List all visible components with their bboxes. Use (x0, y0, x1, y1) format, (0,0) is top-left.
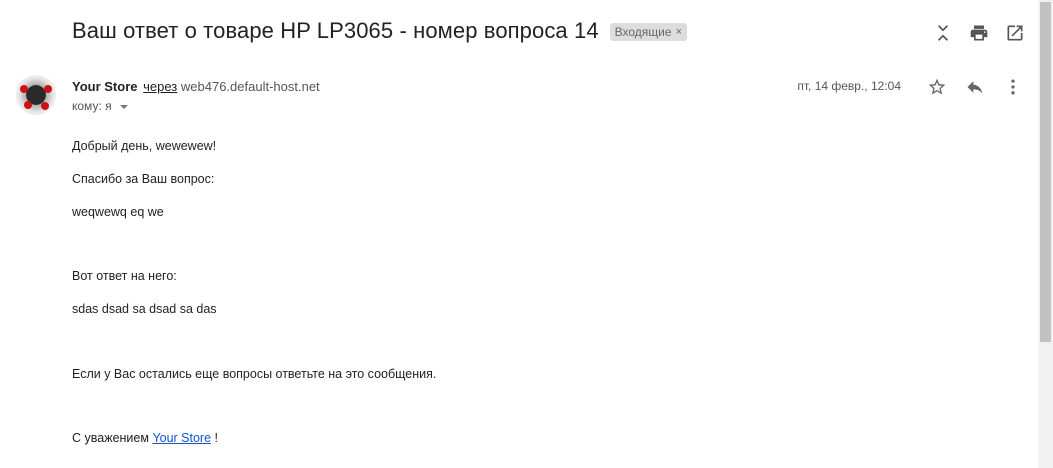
reply-icon[interactable] (965, 76, 985, 98)
body-greeting: Добрый день, wewewew! (72, 139, 217, 153)
body-more: Если у Вас остались еще вопросы ответьте… (72, 367, 437, 381)
more-vert-icon[interactable] (1003, 76, 1023, 98)
sender-name[interactable]: Your Store (72, 79, 138, 94)
via-link[interactable]: через (143, 79, 177, 94)
sender-row: Your Store через web476.default-host.net (72, 79, 320, 94)
body-thanks: Спасибо за Ваш вопрос: (72, 172, 215, 186)
subject-row: Ваш ответ о товаре HP LP3065 - номер воп… (72, 18, 687, 44)
label-chip-inbox[interactable]: Входящие × (609, 23, 687, 41)
sender-domain: web476.default-host.net (180, 79, 320, 94)
body-regards-line: С уважением Your Store ! (72, 431, 218, 445)
label-text: Входящие (614, 25, 672, 39)
sender-avatar[interactable] (16, 75, 56, 115)
body-question: weqwewq eq we (72, 205, 164, 219)
scrollbar[interactable] (1038, 0, 1053, 468)
recipient-row[interactable]: кому: я (72, 99, 128, 113)
message-date: пт, 14 февр., 12:04 (797, 79, 901, 93)
show-details-icon[interactable] (119, 104, 128, 109)
open-new-window-icon[interactable] (1005, 22, 1025, 44)
scrollbar-thumb[interactable] (1040, 2, 1051, 342)
message-actions (927, 76, 1023, 98)
store-link[interactable]: Your Store (152, 431, 211, 445)
body-answer: sdas dsad sa dsad sa das (72, 302, 217, 316)
star-icon[interactable] (927, 76, 947, 98)
recipient-label: кому: я (72, 99, 112, 113)
regards-end: ! (214, 431, 219, 445)
print-icon[interactable] (969, 22, 989, 44)
body-answer-intro: Вот ответ на него: (72, 269, 177, 283)
regards-text: С уважением (72, 431, 149, 445)
collapse-all-icon[interactable] (933, 22, 953, 44)
thread-actions (933, 22, 1025, 44)
remove-label-icon[interactable]: × (676, 26, 682, 38)
email-subject: Ваш ответ о товаре HP LP3065 - номер воп… (72, 18, 599, 43)
